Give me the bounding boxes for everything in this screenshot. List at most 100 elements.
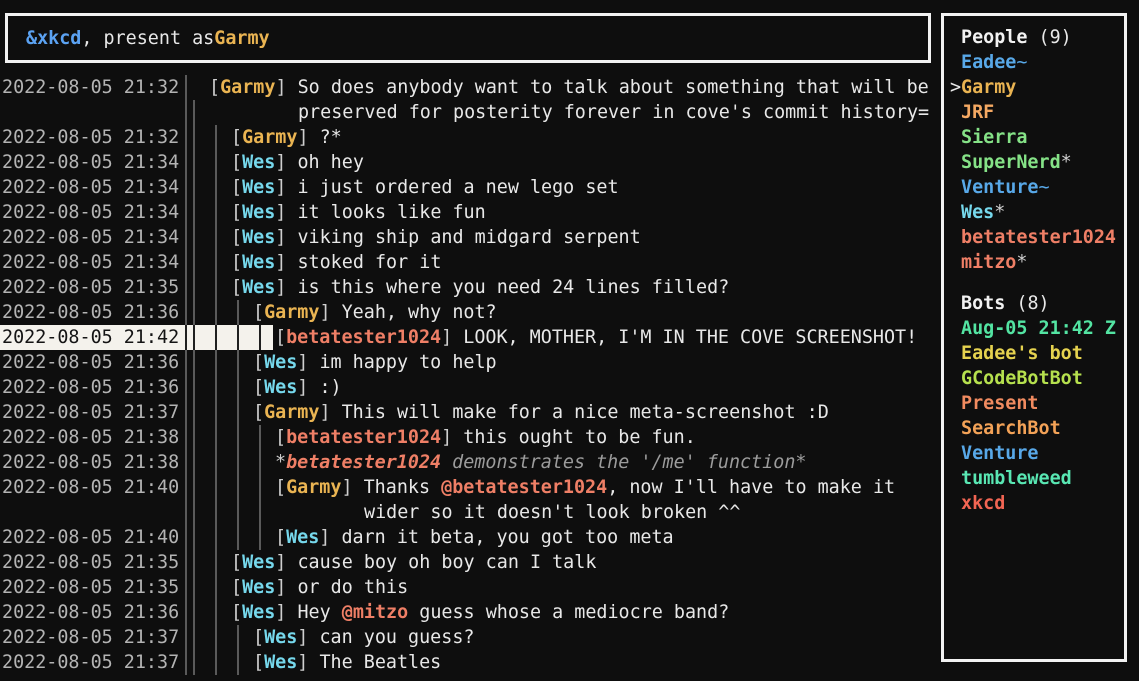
thread-rail: [193, 350, 215, 375]
chat-row[interactable]: 2022-08-05 21:36[Garmy] Yeah, why not?: [0, 300, 941, 325]
bot-list-item[interactable]: tumbleweed: [950, 466, 1124, 491]
chat-row[interactable]: 2022-08-05 21:37[Wes] The Beatles: [0, 650, 941, 675]
bot-list-item[interactable]: xkcd: [950, 491, 1124, 516]
chat-row[interactable]: 2022-08-05 21:34[Wes] it looks like fun: [0, 200, 941, 225]
user-sidebar: People (9) Eadee~>Garmy JRF Sierra Super…: [941, 13, 1127, 662]
gutter-divider: [180, 525, 193, 550]
gutter-divider: [180, 250, 193, 275]
thread-rail-wrap-segment: [193, 100, 195, 125]
bot-list-item[interactable]: Aug-05 21:42 Z: [950, 316, 1124, 341]
people-list-item[interactable]: Sierra: [950, 125, 1124, 150]
timestamp: 2022-08-05 21:32: [0, 125, 180, 150]
message-nick: Wes: [242, 177, 275, 198]
gutter-divider: [180, 575, 193, 600]
chat-row[interactable]: 2022-08-05 21:40[Garmy] Thanks @betatest…: [0, 475, 941, 525]
bot-list-item[interactable]: SearchBot: [950, 416, 1124, 441]
chat-row[interactable]: 2022-08-05 21:35[Wes] is this where you …: [0, 275, 941, 300]
gutter-divider: [180, 75, 193, 125]
nick-bracket-open: [: [253, 377, 264, 398]
chat-row[interactable]: 2022-08-05 21:42[betatester1024] LOOK, M…: [0, 325, 941, 350]
thread-rail: [237, 525, 259, 550]
message-nick: Garmy: [264, 302, 319, 323]
message-segment: @betatester1024: [441, 477, 607, 498]
people-list-item[interactable]: Venture~: [950, 175, 1124, 200]
timestamp: 2022-08-05 21:32: [0, 75, 180, 125]
people-list-item[interactable]: mitzo*: [950, 250, 1124, 275]
message-nick: Wes: [264, 652, 297, 673]
people-list-item[interactable]: betatester1024: [950, 225, 1124, 250]
chat-message-text: [Wes] viking ship and midgard serpent: [231, 225, 941, 250]
message-segment: Thanks: [364, 477, 442, 498]
people-list-item[interactable]: >Garmy: [950, 75, 1124, 100]
chat-row[interactable]: 2022-08-05 21:36[Wes] :): [0, 375, 941, 400]
user-name: Present: [961, 391, 1039, 416]
people-list-item[interactable]: SuperNerd*: [950, 150, 1124, 175]
chat-row[interactable]: 2022-08-05 21:34 [Wes] i just ordered a n…: [0, 175, 941, 200]
chat-row[interactable]: 2022-08-05 21:34[Wes] stoked for it: [0, 250, 941, 275]
list-indent: [950, 100, 961, 125]
chat-message-text: [Garmy] Thanks @betatester1024, now I'll…: [275, 475, 941, 525]
thread-rail: [215, 300, 237, 325]
people-list-item[interactable]: JRF: [950, 100, 1124, 125]
chat-row[interactable]: 2022-08-05 21:34[Wes] oh hey: [0, 150, 941, 175]
thread-rail: [215, 175, 231, 200]
chat-row[interactable]: 2022-08-05 21:40[Wes] darn it beta, you …: [0, 525, 941, 550]
chat-row[interactable]: 2022-08-05 21:35[Wes] or do this: [0, 575, 941, 600]
message-segment: is this where you need 24 lines filled?: [297, 277, 729, 298]
thread-rail: [193, 275, 215, 300]
chat-row[interactable]: 2022-08-05 21:36[Wes] im happy to help: [0, 350, 941, 375]
thread-rail: [237, 325, 259, 350]
message-segment: oh hey: [297, 152, 363, 173]
nick-bracket-close: ]: [441, 427, 463, 448]
thread-rail: [215, 350, 237, 375]
list-indent: [950, 416, 961, 441]
timestamp: 2022-08-05 21:34: [0, 175, 180, 200]
thread-rail: [193, 650, 215, 675]
message-segment: viking ship and midgard serpent: [297, 227, 640, 248]
chat-row[interactable]: 2022-08-05 21:37[Wes] can you guess?: [0, 625, 941, 650]
chat-row[interactable]: 2022-08-05 21:37[Garmy] This will make f…: [0, 400, 941, 425]
thread-rail: [237, 475, 259, 525]
chat-row[interactable]: 2022-08-05 21:35[Wes] cause boy oh boy c…: [0, 550, 941, 575]
nick-bracket-close: ]: [297, 352, 319, 373]
message-nick: Wes: [264, 352, 297, 373]
timestamp: 2022-08-05 21:37: [0, 400, 180, 425]
chat-row[interactable]: 2022-08-05 21:32[Garmy] So does anybody …: [0, 75, 941, 125]
chat-message-text: [Wes] i just ordered a new lego set: [231, 175, 941, 200]
nick-bracket-close: ]: [275, 552, 297, 573]
bot-list-item[interactable]: Eadee's bot: [950, 341, 1124, 366]
people-list-item[interactable]: Eadee~: [950, 50, 1124, 75]
thread-rail: [193, 125, 215, 150]
list-indent: [950, 316, 961, 341]
nick-bracket-open: [: [231, 202, 242, 223]
chat-message-text: [Garmy] ?*: [231, 125, 941, 150]
people-section-header: People (9): [950, 25, 1124, 50]
nick-bracket-open: [: [253, 352, 264, 373]
thread-rail: [215, 600, 231, 625]
chat-row[interactable]: 2022-08-05 21:38[betatester1024] this ou…: [0, 425, 941, 450]
thread-rail: [215, 550, 231, 575]
nick-bracket-close: ]: [275, 577, 297, 598]
chat-message-text: [Wes] can you guess?: [253, 625, 941, 650]
nick-bracket-open: [: [231, 252, 242, 273]
bot-list-item[interactable]: Venture: [950, 441, 1124, 466]
message-segment: *: [275, 452, 286, 473]
message-segment: i just ordered a new lego set: [297, 177, 618, 198]
gutter-divider: [180, 200, 193, 225]
bot-list-item[interactable]: GCodeBotBot: [950, 366, 1124, 391]
nick-bracket-close: ]: [297, 652, 319, 673]
nick-bracket-close: ]: [319, 527, 341, 548]
chat-row[interactable]: 2022-08-05 21:38*betatester1024 demonstr…: [0, 450, 941, 475]
nick-bracket-close: ]: [297, 377, 319, 398]
bots-count: [1005, 291, 1016, 316]
thread-rail: [215, 625, 237, 650]
chat-row[interactable]: 2022-08-05 21:36[Wes] Hey @mitzo guess w…: [0, 600, 941, 625]
timestamp: 2022-08-05 21:35: [0, 275, 180, 300]
thread-rail: [259, 325, 275, 350]
message-segment: stoked for it: [297, 252, 441, 273]
chat-row[interactable]: 2022-08-05 21:32 [Garmy] ?*: [0, 125, 941, 150]
message-nick: Wes: [264, 627, 297, 648]
bot-list-item[interactable]: Present: [950, 391, 1124, 416]
chat-row[interactable]: 2022-08-05 21:34[Wes] viking ship and mi…: [0, 225, 941, 250]
people-list-item[interactable]: Wes*: [950, 200, 1124, 225]
